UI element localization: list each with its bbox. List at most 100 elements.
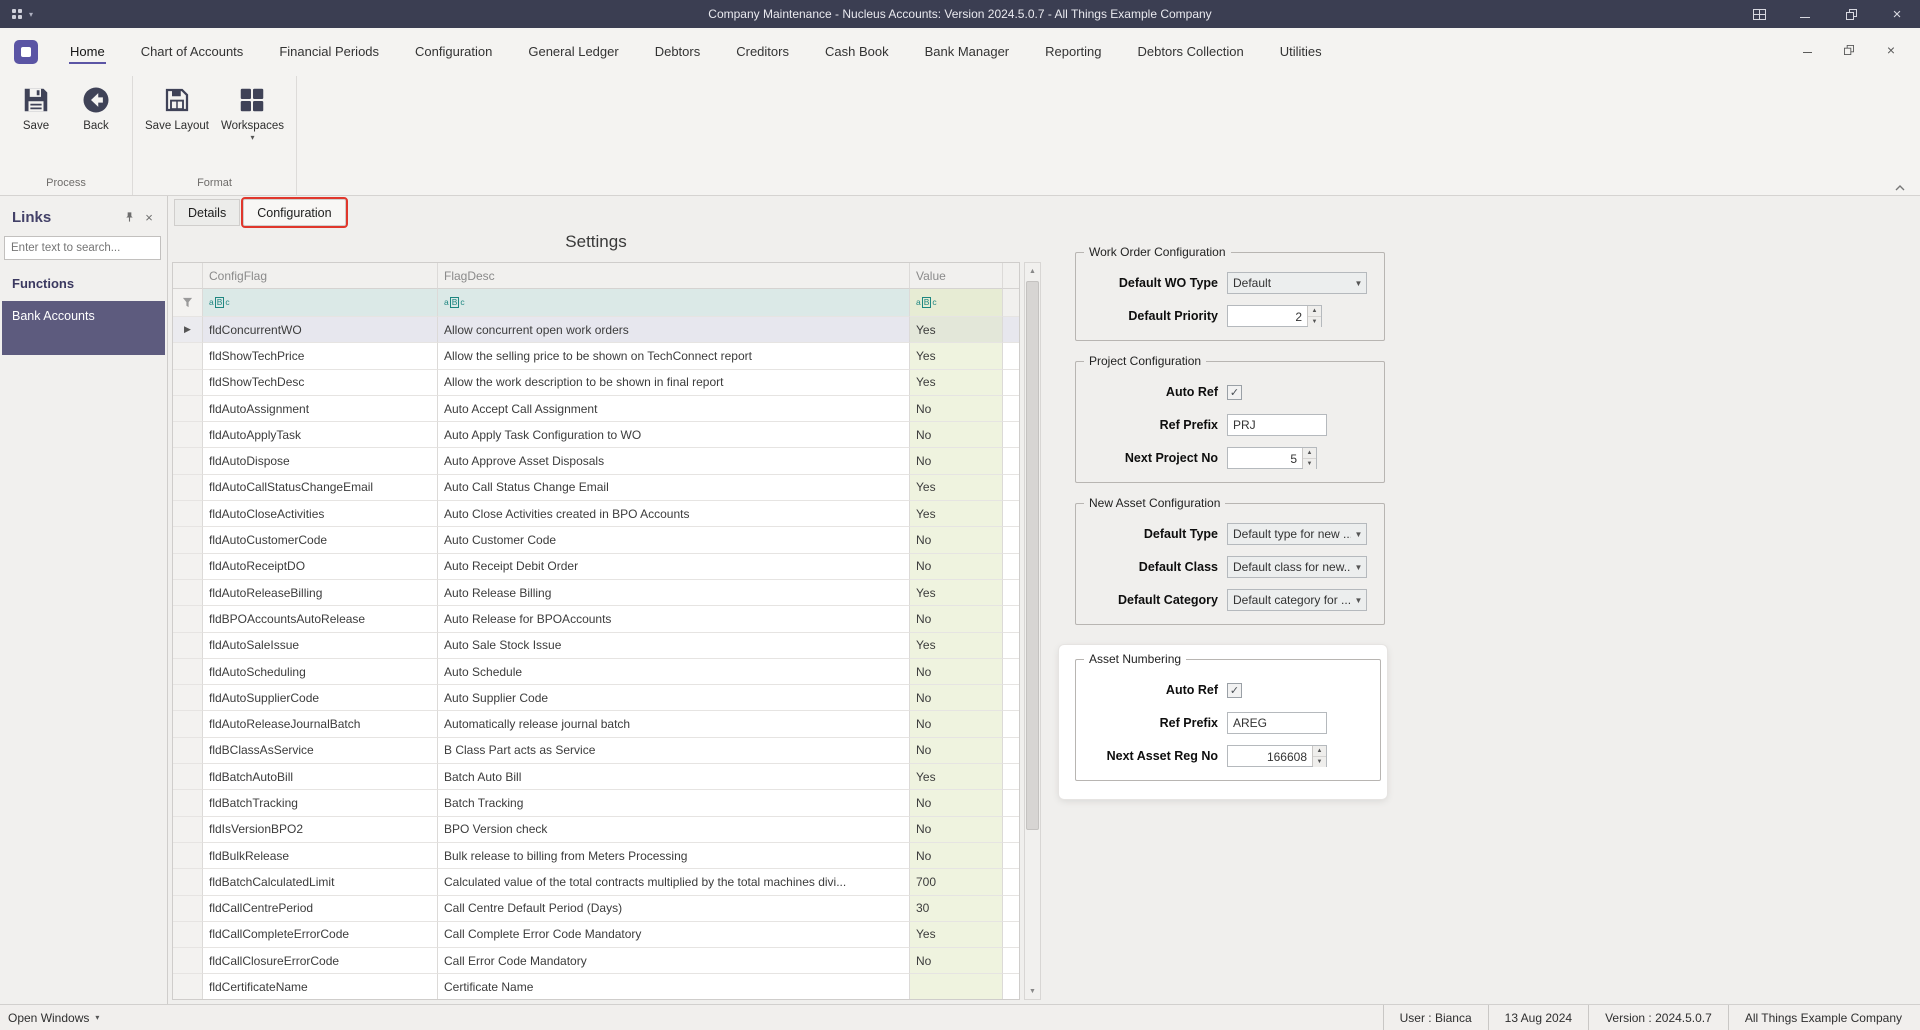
ref-prefix-input[interactable] xyxy=(1227,414,1327,436)
cell-value: Yes xyxy=(910,632,1003,659)
layout-icon[interactable] xyxy=(1736,0,1782,28)
pin-icon[interactable] xyxy=(119,208,139,226)
workspaces-button[interactable]: Workspaces ▾ xyxy=(217,82,288,145)
app-logo-icon[interactable] xyxy=(14,40,38,64)
vertical-scrollbar[interactable]: ▲ ▼ xyxy=(1024,262,1041,1000)
table-row[interactable]: fldAutoReleaseJournalBatch Automatically … xyxy=(173,711,1019,738)
ribbon-minimize-button[interactable] xyxy=(1790,38,1824,62)
configuration-panel: Work Order Configuration Default WO Type… xyxy=(1059,245,1387,799)
cell-value: Yes xyxy=(910,317,1003,344)
cell-flagdesc: BPO Version check xyxy=(438,816,910,843)
cell-value: No xyxy=(910,685,1003,712)
table-row[interactable]: fldShowTechDesc Allow the work descriptio… xyxy=(173,369,1019,396)
table-row[interactable]: fldBPOAccountsAutoRelease Auto Release fo… xyxy=(173,606,1019,633)
default-class-dropdown[interactable]: Default class for new... ▼ xyxy=(1227,556,1367,578)
open-windows-button[interactable]: Open Windows ▾ xyxy=(8,1011,99,1025)
auto-ref-checkbox[interactable]: ✓ xyxy=(1227,682,1242,698)
row-indicator xyxy=(173,501,203,528)
cell-filler xyxy=(1003,737,1019,765)
table-row[interactable]: fldBatchCalculatedLimit Calculated value … xyxy=(173,869,1019,896)
scroll-up-icon[interactable]: ▲ xyxy=(1025,263,1040,279)
column-header-value[interactable]: Value xyxy=(910,263,1003,289)
ribbon-tab-debtors-collection[interactable]: Debtors Collection xyxy=(1120,28,1262,76)
tab-details[interactable]: Details xyxy=(174,199,241,226)
tab-configuration[interactable]: Configuration xyxy=(241,197,348,228)
row-indicator xyxy=(173,685,203,712)
ribbon-close-button[interactable]: × xyxy=(1874,38,1908,62)
default-priority-spinner[interactable]: 2 ▲ ▼ xyxy=(1227,305,1322,327)
table-row[interactable]: fldAutoScheduling Auto Schedule No xyxy=(173,658,1019,686)
table-row[interactable]: fldAutoCustomerCode Auto Customer Code No xyxy=(173,527,1019,554)
table-row[interactable]: fldIsVersionBPO2 BPO Version check No xyxy=(173,816,1019,843)
table-row[interactable]: fldAutoReceiptDO Auto Receipt Debit Order… xyxy=(173,553,1019,580)
next-project-no-spinner[interactable]: 5 ▲ ▼ xyxy=(1227,447,1317,469)
default-category-dropdown[interactable]: Default category for ... ▼ xyxy=(1227,589,1367,611)
ribbon-tab-bank-manager[interactable]: Bank Manager xyxy=(907,28,1028,76)
table-row[interactable]: ▶ fldConcurrentWO Allow concurrent open wo… xyxy=(173,317,1019,344)
table-row[interactable]: fldAutoCloseActivities Auto Close Activit… xyxy=(173,501,1019,528)
column-header-flagdesc[interactable]: FlagDesc xyxy=(438,263,910,289)
ribbon-tab-general-ledger[interactable]: General Ledger xyxy=(510,28,636,76)
table-row[interactable]: fldBatchTracking Batch Tracking No xyxy=(173,790,1019,817)
ribbon-tab-debtors[interactable]: Debtors xyxy=(637,28,719,76)
table-row[interactable]: fldCallCentrePeriod Call Centre Default P… xyxy=(173,895,1019,922)
back-button[interactable]: Back xyxy=(68,82,124,135)
default-wo-type-dropdown[interactable]: Default ▼ xyxy=(1227,272,1367,294)
spinner-buttons[interactable]: ▲ ▼ xyxy=(1307,306,1321,327)
dropdown-value: Default category for ... xyxy=(1233,593,1351,607)
ribbon-tab-cash-book[interactable]: Cash Book xyxy=(807,28,907,76)
ribbon-tab-reporting[interactable]: Reporting xyxy=(1027,28,1119,76)
scroll-down-icon[interactable]: ▼ xyxy=(1025,983,1040,999)
column-header-configflag[interactable]: ConfigFlag xyxy=(203,263,438,289)
close-icon[interactable]: × xyxy=(139,208,159,226)
filter-cell-configflag[interactable]: aBc xyxy=(203,289,438,317)
row-indicator xyxy=(173,422,203,449)
spinner-buttons[interactable]: ▲ ▼ xyxy=(1302,448,1316,469)
search-input[interactable] xyxy=(5,237,171,259)
ribbon-tab-financial-periods[interactable]: Financial Periods xyxy=(261,28,397,76)
table-row[interactable]: fldAutoSupplierCode Auto Supplier Code No xyxy=(173,685,1019,712)
table-row[interactable]: fldAutoDispose Auto Approve Asset Disposa… xyxy=(173,448,1019,475)
filter-cell-flagdesc[interactable]: aBc xyxy=(438,289,910,317)
ribbon-group-label: Process xyxy=(46,177,86,189)
table-row[interactable]: fldCertificateName Certificate Name xyxy=(173,974,1019,999)
spinner-buttons[interactable]: ▲ ▼ xyxy=(1312,746,1326,767)
table-row[interactable]: fldShowTechPrice Allow the selling price … xyxy=(173,343,1019,370)
table-row[interactable]: fldBClassAsService B Class Part acts as S… xyxy=(173,737,1019,765)
ribbon-tab-home[interactable]: Home xyxy=(52,28,123,76)
table-row[interactable]: fldBatchAutoBill Batch Auto Bill Yes xyxy=(173,764,1019,791)
table-row[interactable]: fldCallCompleteErrorCode Call Complete Er… xyxy=(173,921,1019,949)
group-title: Work Order Configuration xyxy=(1084,245,1231,259)
ribbon-tab-configuration[interactable]: Configuration xyxy=(397,28,510,76)
ref-prefix-input[interactable] xyxy=(1227,712,1327,734)
table-row[interactable]: fldAutoReleaseBilling Auto Release Billin… xyxy=(173,579,1019,607)
table-row[interactable]: fldAutoCallStatusChangeEmail Auto Call St… xyxy=(173,474,1019,502)
scrollbar-thumb[interactable] xyxy=(1026,281,1039,831)
field-label: Auto Ref xyxy=(1165,385,1218,399)
close-button[interactable]: × xyxy=(1874,0,1920,28)
ribbon-tab-chart-of-accounts[interactable]: Chart of Accounts xyxy=(123,28,262,76)
table-row[interactable]: fldAutoApplyTask Auto Apply Task Configur… xyxy=(173,422,1019,449)
column-header-filler xyxy=(1003,263,1019,289)
links-search-box[interactable] xyxy=(4,236,183,260)
default-type-dropdown[interactable]: Default type for new ... ▼ xyxy=(1227,523,1367,545)
ribbon-tab-creditors[interactable]: Creditors xyxy=(718,28,807,76)
ribbon-restore-button[interactable] xyxy=(1832,38,1866,62)
dropdown-value: Default xyxy=(1233,276,1272,290)
restore-button[interactable] xyxy=(1828,0,1874,28)
next-asset-reg-no-spinner[interactable]: 166608 ▲ ▼ xyxy=(1227,745,1327,767)
cell-configflag: fldCallCentrePeriod xyxy=(203,895,438,922)
minimize-button[interactable] xyxy=(1782,0,1828,28)
ribbon-tab-utilities[interactable]: Utilities xyxy=(1262,28,1340,76)
table-row[interactable]: fldAutoSaleIssue Auto Sale Stock Issue Yes xyxy=(173,632,1019,659)
scrollbar-track[interactable] xyxy=(1025,279,1040,983)
save-button[interactable]: Save xyxy=(8,82,64,135)
sidebar-item-bank-accounts[interactable]: Bank Accounts xyxy=(2,301,165,355)
save-layout-button[interactable]: Save Layout xyxy=(141,82,213,135)
filter-cell-value[interactable]: aBc xyxy=(910,289,1003,317)
auto-ref-checkbox[interactable]: ✓ xyxy=(1227,384,1242,400)
table-row[interactable]: fldAutoAssignment Auto Accept Call Assign… xyxy=(173,395,1019,423)
table-row[interactable]: fldCallClosureErrorCode Call Error Code M… xyxy=(173,948,1019,975)
table-row[interactable]: fldBulkRelease Bulk release to billing fr… xyxy=(173,842,1019,870)
spin-down-icon: ▼ xyxy=(1313,757,1326,767)
